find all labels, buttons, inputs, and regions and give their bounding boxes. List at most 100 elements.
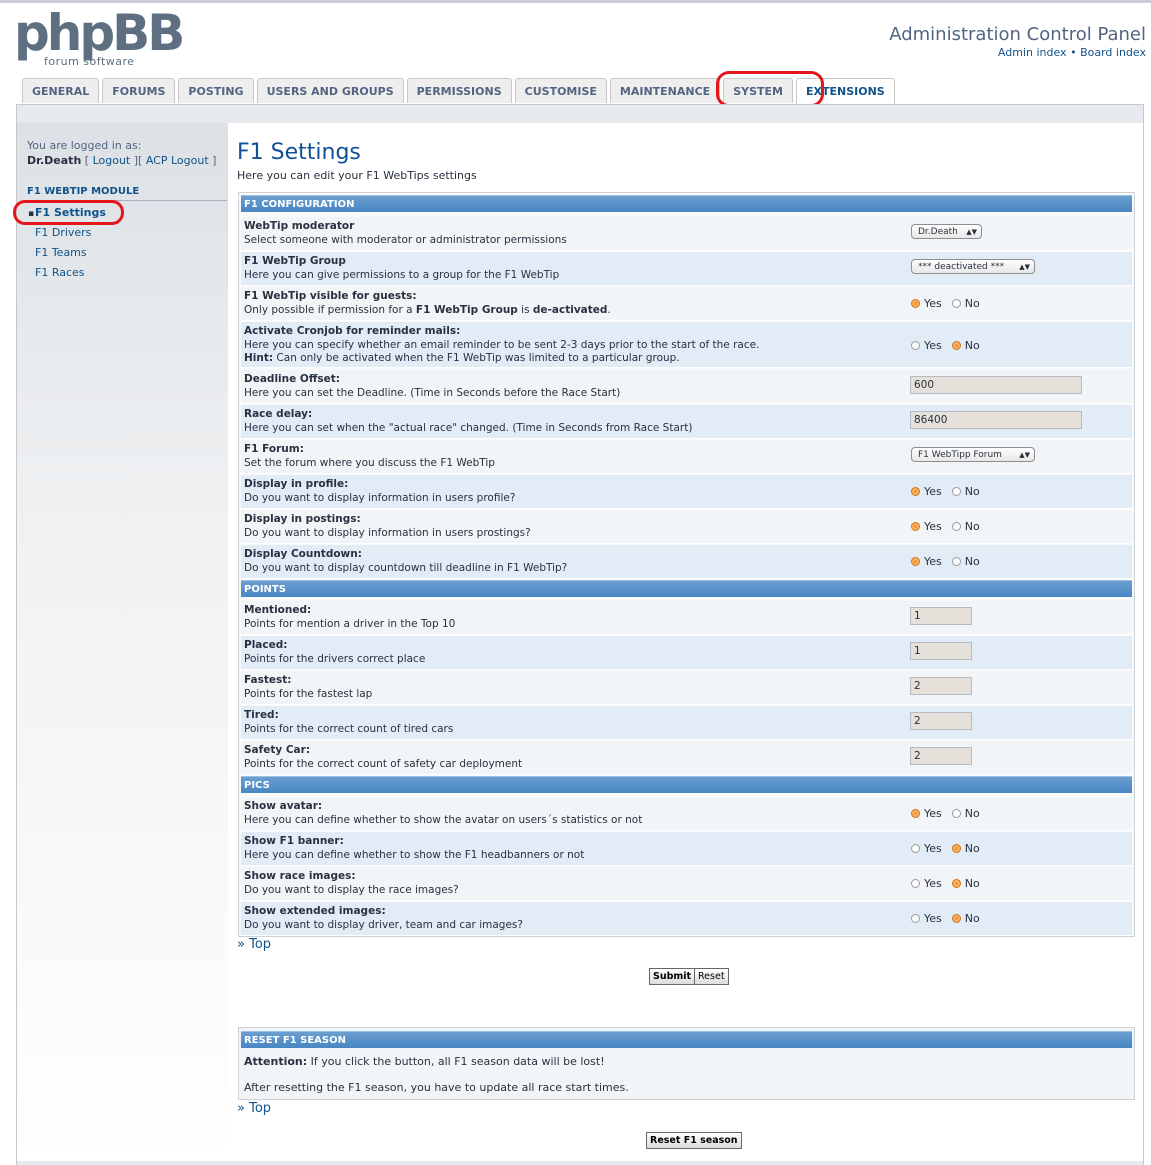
sidebar-item-f1-teams[interactable]: F1 Teams [35, 246, 87, 259]
board-index-link[interactable]: Board index [1080, 46, 1146, 59]
no-label: No [964, 877, 980, 890]
tab-users-and-groups[interactable]: USERS AND GROUPS [256, 78, 404, 103]
tab-forums[interactable]: FORUMS [102, 78, 176, 103]
tab-posting[interactable]: POSTING [178, 78, 254, 103]
no-label: No [964, 520, 980, 533]
avatar-yes-radio[interactable] [911, 809, 920, 818]
label: Placed: [244, 639, 288, 651]
avatar-no-radio[interactable] [951, 809, 961, 818]
phpbb-logo[interactable]: phpBB forum software [14, 4, 189, 70]
extended-images-radio-group: Yes No [911, 912, 990, 925]
reset-f1-season-button[interactable]: Reset F1 season [646, 1132, 742, 1149]
top-border [0, 0, 1151, 3]
bracket-close: ] [208, 154, 217, 167]
row-safety-car: Safety Car: Points for the correct count… [241, 741, 1132, 775]
safety-car-points-input[interactable]: 2 [910, 747, 972, 765]
sidebar-divider [227, 137, 228, 285]
back-to-top-link-2[interactable]: » Top [237, 1101, 271, 1116]
description: Here you can define whether to show the … [244, 814, 643, 826]
tab-permissions[interactable]: PERMISSIONS [406, 78, 512, 103]
label: Activate Cronjob for reminder mails: [244, 325, 461, 337]
description: Set the forum where you discuss the F1 W… [244, 457, 495, 469]
countdown-radio-group: Yes No [911, 555, 990, 568]
extended-no-radio[interactable] [951, 914, 961, 923]
header-links: Admin index • Board index [998, 46, 1146, 59]
countdown-yes-radio[interactable] [911, 557, 920, 566]
group-select[interactable]: *** deactivated *** ▲▼ [911, 259, 1035, 274]
fastest-points-input[interactable]: 2 [910, 677, 972, 695]
sidebar-item-f1-races[interactable]: F1 Races [35, 266, 85, 279]
guests-yes-radio[interactable] [911, 299, 920, 308]
race-images-yes-radio[interactable] [911, 879, 920, 888]
no-label: No [964, 339, 980, 352]
bracket-open: [ [84, 154, 93, 167]
forum-select[interactable]: F1 WebTipp Forum ▲▼ [911, 447, 1035, 462]
description: Here you can define whether to show the … [244, 849, 585, 861]
label: Fastest: [244, 674, 292, 686]
login-line: Dr.Death [ Logout ][ ACP Logout ] [27, 154, 216, 167]
deadline-offset-input[interactable]: 600 [910, 376, 1082, 394]
row-fastest: Fastest: Points for the fastest lap 2 [241, 671, 1132, 705]
row-display-in-profile: Display in profile: Do you want to displ… [241, 475, 1132, 509]
postings-radio-group: Yes No [911, 520, 990, 533]
section-points: POINTS [241, 580, 1132, 597]
countdown-no-radio[interactable] [951, 557, 961, 566]
reset-attention-text: Attention: If you click the button, all … [244, 1055, 605, 1068]
postings-no-radio[interactable] [951, 522, 961, 531]
profile-no-radio[interactable] [951, 487, 961, 496]
profile-yes-radio[interactable] [911, 487, 920, 496]
username: Dr.Death [27, 154, 82, 167]
module-heading: F1 WEBTIP MODULE [27, 186, 227, 201]
banner-no-radio[interactable] [951, 844, 961, 853]
bracket-mid: ][ [130, 154, 146, 167]
race-images-no-radio[interactable] [951, 879, 961, 888]
label: Display in postings: [244, 513, 361, 525]
select-value: F1 WebTipp Forum [918, 450, 1002, 460]
postings-yes-radio[interactable] [911, 522, 920, 531]
description: Points for the fastest lap [244, 688, 373, 700]
label: Display Countdown: [244, 548, 362, 560]
extended-yes-radio[interactable] [911, 914, 920, 923]
no-label: No [964, 842, 980, 855]
label: WebTip moderator [244, 220, 355, 232]
reset-after-text: After resetting the F1 season, you have … [244, 1081, 629, 1094]
label: Show extended images: [244, 905, 386, 917]
description: Points for the correct count of tired ca… [244, 723, 454, 735]
admin-index-link[interactable]: Admin index [998, 46, 1067, 59]
label: Show avatar: [244, 800, 323, 812]
acp-title: Administration Control Panel [889, 24, 1146, 45]
tab-maintenance[interactable]: MAINTENANCE [609, 78, 721, 103]
description: Here you can give permissions to a group… [244, 269, 560, 281]
tired-points-input[interactable]: 2 [910, 712, 972, 730]
moderator-select[interactable]: Dr.Death ▲▼ [911, 224, 982, 239]
reset-button[interactable]: Reset [694, 968, 729, 985]
logout-link[interactable]: Logout [93, 154, 131, 167]
tab-customise[interactable]: CUSTOMISE [514, 78, 607, 103]
f1-settings-highlight-ring [13, 200, 124, 225]
label: Show race images: [244, 870, 356, 882]
race-delay-input[interactable]: 86400 [910, 411, 1082, 429]
placed-points-input[interactable]: 1 [910, 642, 972, 660]
sidebar-background [17, 123, 228, 1163]
guests-no-radio[interactable] [951, 299, 961, 308]
back-to-top-link[interactable]: » Top [237, 937, 271, 952]
acp-logout-link[interactable]: ACP Logout [146, 154, 209, 167]
mentioned-points-input[interactable]: 1 [910, 607, 972, 625]
row-show-f1-banner: Show F1 banner: Here you can define whet… [241, 832, 1132, 866]
banner-yes-radio[interactable] [911, 844, 920, 853]
cron-no-radio[interactable] [951, 341, 961, 350]
logo-subtext: forum software [44, 55, 135, 68]
avatar-radio-group: Yes No [911, 807, 990, 820]
select-value: Dr.Death [918, 227, 958, 237]
sidebar-item-f1-drivers[interactable]: F1 Drivers [35, 226, 91, 239]
description: Do you want to display information in us… [244, 492, 516, 504]
no-label: No [964, 297, 980, 310]
tab-general[interactable]: GENERAL [22, 78, 100, 103]
description: Points for mention a driver in the Top 1… [244, 618, 456, 630]
select-arrows-icon: ▲▼ [1019, 263, 1030, 271]
frame-bottom-bar [17, 1161, 1143, 1165]
label: Safety Car: [244, 744, 311, 756]
section-f1-configuration: F1 CONFIGURATION [241, 195, 1132, 212]
cron-yes-radio[interactable] [911, 341, 920, 350]
submit-button[interactable]: Submit [649, 968, 696, 985]
